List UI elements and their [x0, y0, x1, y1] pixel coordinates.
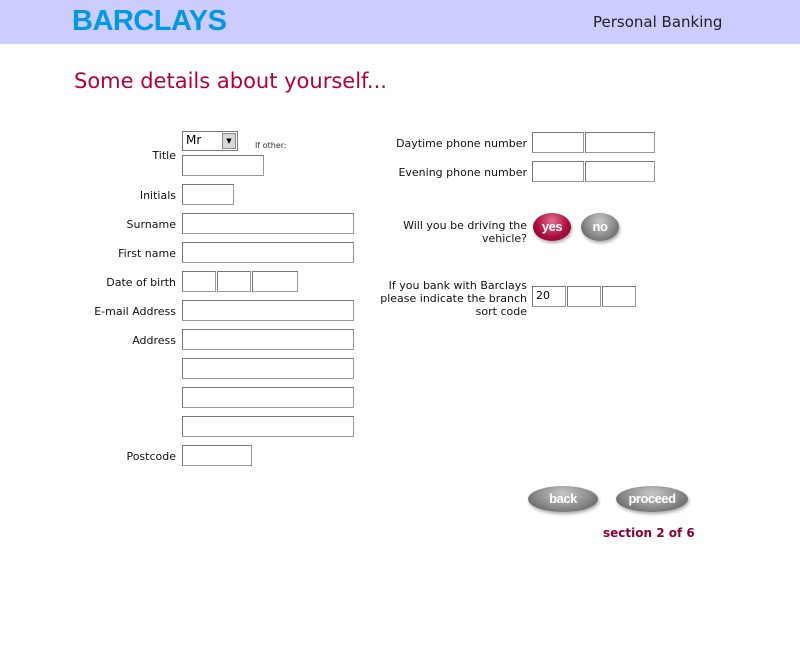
dob-month-input[interactable] — [217, 271, 251, 292]
dob-year-input[interactable] — [252, 271, 298, 292]
address-label: Address — [132, 334, 176, 347]
driving-question-label: Will you be driving the vehicle? — [370, 219, 527, 245]
sort-code-label: If you bank with Barclays please indicat… — [360, 279, 527, 318]
sort-code-part3-input[interactable] — [602, 286, 636, 307]
proceed-button[interactable]: proceed — [616, 486, 688, 512]
sort-code-label-line3: sort code — [475, 305, 527, 318]
title-select[interactable]: Mr ▼ — [182, 131, 238, 151]
header-bar: BARCLAYS Personal Banking — [0, 0, 800, 44]
barclays-logo: BARCLAYS — [72, 5, 227, 37]
title-other-input[interactable] — [182, 155, 264, 176]
title-label: Title — [152, 149, 176, 162]
sort-code-label-line2: please indicate the branch — [380, 292, 527, 305]
if-other-label: If other: — [255, 141, 287, 150]
title-select-value: Mr — [186, 133, 202, 147]
surname-label: Surname — [126, 218, 176, 231]
sort-code-part1-input[interactable]: 20 — [532, 286, 566, 307]
daytime-phone-code-input[interactable] — [532, 132, 584, 153]
evening-phone-label: Evening phone number — [398, 166, 527, 179]
initials-label: Initials — [139, 189, 176, 202]
first-name-input[interactable] — [182, 242, 354, 263]
no-button[interactable]: no — [581, 213, 619, 241]
postcode-input[interactable] — [182, 445, 252, 466]
dob-label: Date of birth — [106, 276, 176, 289]
daytime-phone-label: Daytime phone number — [396, 137, 527, 150]
email-input[interactable] — [182, 300, 354, 321]
page-title: Some details about yourself... — [74, 69, 387, 93]
back-button[interactable]: back — [528, 486, 598, 512]
driving-question-line2: vehicle? — [481, 232, 527, 245]
first-name-label: First name — [118, 247, 176, 260]
chevron-down-icon[interactable]: ▼ — [222, 133, 236, 149]
address-line2-input[interactable] — [182, 358, 354, 379]
dob-day-input[interactable] — [182, 271, 216, 292]
email-label: E-mail Address — [94, 305, 176, 318]
address-line4-input[interactable] — [182, 416, 354, 437]
surname-input[interactable] — [182, 213, 354, 234]
sort-code-part2-input[interactable] — [567, 286, 601, 307]
yes-button[interactable]: yes — [533, 213, 571, 241]
driving-question-line1: Will you be driving the — [403, 219, 527, 232]
evening-phone-code-input[interactable] — [532, 161, 584, 182]
section-name: Personal Banking — [593, 13, 723, 31]
address-line3-input[interactable] — [182, 387, 354, 408]
initials-input[interactable] — [182, 184, 234, 205]
progress-indicator: section 2 of 6 — [603, 526, 695, 540]
address-line1-input[interactable] — [182, 329, 354, 350]
sort-code-label-line1: If you bank with Barclays — [388, 279, 527, 292]
postcode-label: Postcode — [126, 450, 176, 463]
daytime-phone-number-input[interactable] — [585, 132, 655, 153]
evening-phone-number-input[interactable] — [585, 161, 655, 182]
